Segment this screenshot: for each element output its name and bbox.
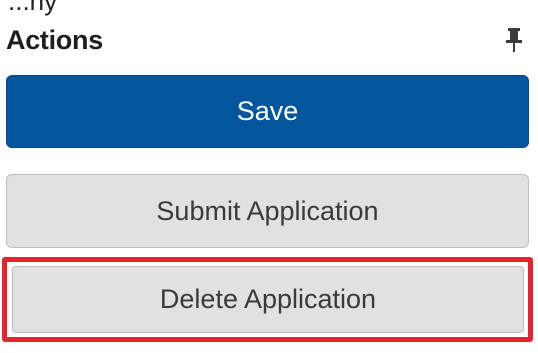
pin-icon[interactable]: [504, 27, 524, 53]
cropped-text: ...ny: [8, 0, 58, 16]
delete-application-button[interactable]: Delete Application: [12, 266, 524, 333]
submit-application-button[interactable]: Submit Application: [6, 174, 529, 248]
actions-panel: ...ny Actions Save Submit Application De…: [0, 0, 538, 353]
panel-header: Actions: [6, 20, 530, 60]
save-button[interactable]: Save: [6, 75, 529, 148]
panel-title: Actions: [6, 24, 103, 55]
